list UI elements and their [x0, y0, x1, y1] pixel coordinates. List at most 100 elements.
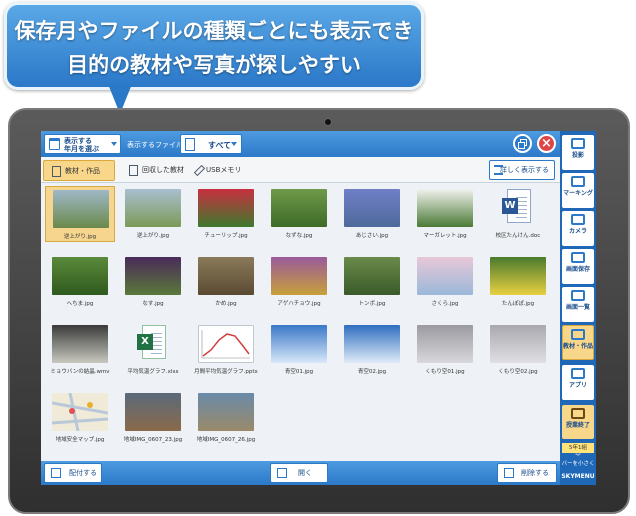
file-item[interactable]: くもり空02.jpg	[483, 322, 553, 378]
photo-thumbnail	[344, 189, 400, 227]
side-menu-item[interactable]: 教材・作品	[562, 325, 594, 360]
side-menu-item[interactable]: 授業終了	[562, 405, 594, 439]
file-item[interactable]: なす.jpg	[118, 254, 188, 310]
file-item[interactable]: さくら.jpg	[410, 254, 480, 310]
excel-document-icon: X	[137, 325, 166, 359]
file-name: チューリップ.jpg	[204, 233, 248, 239]
file-item[interactable]: たんぽぽ.jpg	[483, 254, 553, 310]
list-icon	[494, 165, 503, 175]
year-month-select-button[interactable]: 表示する 年月を選ぶ	[44, 134, 121, 154]
file-item[interactable]: X 平均気温グラフ.xlsx	[118, 322, 188, 378]
side-menu-item[interactable]: 投影	[562, 135, 594, 170]
file-item[interactable]: 青空01.jpg	[264, 322, 334, 378]
file-item[interactable]: なずな.jpg	[264, 186, 334, 242]
file-name: 青空01.jpg	[284, 369, 314, 375]
file-item[interactable]: 地域安全マップ.jpg	[45, 390, 115, 446]
side-menu-label: 教材・作品	[563, 343, 594, 350]
file-item[interactable]: 月間平均気温グラフ.pptx	[191, 322, 261, 378]
file-item[interactable]: マーガレット.jpg	[410, 186, 480, 242]
file-item[interactable]: チューリップ.jpg	[191, 186, 261, 242]
file-name: 逆上がり.jpg	[63, 234, 97, 240]
year-button-line1: 表示する	[64, 137, 92, 145]
file-name: 平均気温グラフ.xlsx	[127, 369, 179, 375]
tabs-row: 教材・作品 回収した教材 USBメモリ 詳しく表示する	[41, 157, 560, 183]
side-menu-item[interactable]: アプリ	[562, 365, 594, 400]
photo-thumbnail	[417, 325, 473, 363]
file-item[interactable]: 地域IMG_0607_23.jpg	[118, 390, 188, 446]
grid-icon	[571, 290, 585, 301]
side-menu-label: 画面保存	[565, 266, 590, 273]
restore-window-button[interactable]	[513, 134, 532, 153]
class-end-icon	[571, 408, 585, 419]
photo-thumbnail	[125, 189, 181, 227]
file-item[interactable]: かめ.jpg	[191, 254, 261, 310]
open-button[interactable]: 開く	[270, 463, 328, 483]
file-name: アゲハチョウ.jpg	[277, 301, 321, 307]
file-name: さくら.jpg	[431, 301, 459, 307]
photo-thumbnail	[490, 257, 546, 295]
photo-thumbnail	[344, 325, 400, 363]
marker-icon	[571, 176, 585, 187]
file-item[interactable]: 逆上がり.jpg	[118, 186, 188, 242]
photo-thumbnail	[417, 257, 473, 295]
photo-thumbnail	[198, 393, 254, 431]
word-document-icon: W	[502, 189, 531, 223]
photo-thumbnail	[53, 190, 109, 228]
file-item[interactable]: 逆上がり.jpg	[45, 186, 115, 242]
close-icon: ×	[541, 136, 552, 151]
photo-thumbnail	[198, 257, 254, 295]
tab-collected[interactable]: 回収した教材	[121, 160, 184, 181]
file-item[interactable]: へちま.jpg	[45, 254, 115, 310]
file-item[interactable]: アゲハチョウ.jpg	[264, 254, 334, 310]
collect-icon	[129, 164, 138, 176]
file-type-value: すべて	[208, 141, 232, 150]
side-menu-item[interactable]: マーキング	[562, 173, 594, 208]
file-grid: 逆上がり.jpg 逆上がり.jpg チューリップ.jpg なずな.jpg あじさい.jp…	[45, 186, 557, 458]
close-button[interactable]: ×	[537, 134, 556, 153]
delete-label: 削除する	[521, 469, 549, 477]
photo-thumbnail	[198, 189, 254, 227]
file-item[interactable]: ミョウバンの結晶.wmv	[45, 322, 115, 378]
book-icon	[52, 165, 61, 177]
file-item[interactable]: トンボ.jpg	[337, 254, 407, 310]
calendar-icon	[49, 138, 60, 150]
side-menu-item[interactable]: 画面保存	[562, 249, 594, 284]
file-name: 地域IMG_0607_23.jpg	[123, 437, 183, 443]
chart-thumbnail	[198, 325, 254, 363]
brand-logo: SKYMENU	[561, 473, 595, 480]
photo-thumbnail	[344, 257, 400, 295]
file-type-select[interactable]: すべて	[180, 134, 242, 154]
callout-bubble: 保存月やファイルの種類ごとにも表示でき 目的の教材や写真が探しやすい	[4, 2, 424, 90]
file-name: 校区たんけん.doc	[495, 233, 541, 239]
distribute-button[interactable]: 配付する	[44, 463, 102, 483]
camera-icon	[571, 214, 585, 225]
file-item[interactable]: あじさい.jpg	[337, 186, 407, 242]
file-name: なずな.jpg	[285, 233, 313, 239]
side-menu-item[interactable]: カメラ	[562, 211, 594, 246]
map-thumbnail	[51, 392, 109, 432]
folder-icon	[571, 329, 585, 340]
distribute-label: 配付する	[69, 469, 97, 477]
file-name: 地域IMG_0607_26.jpg	[196, 437, 256, 443]
file-name: マーガレット.jpg	[423, 233, 467, 239]
photo-thumbnail	[271, 325, 327, 363]
side-menu-item[interactable]: 画面一覧	[562, 287, 594, 322]
tab-label: USBメモリ	[206, 166, 242, 174]
file-item[interactable]: 地域IMG_0607_26.jpg	[191, 390, 261, 446]
shrink-bar-button[interactable]: ︾ バーを小さく	[560, 454, 596, 468]
detail-view-button[interactable]: 詳しく表示する	[489, 160, 555, 180]
file-name: なす.jpg	[142, 301, 164, 307]
projector-icon	[571, 138, 585, 149]
app-icon	[571, 368, 585, 379]
trash-icon	[504, 468, 514, 478]
file-item[interactable]: くもり空01.jpg	[410, 322, 480, 378]
tab-materials[interactable]: 教材・作品	[43, 160, 115, 181]
tab-label: 回収した教材	[142, 166, 184, 174]
file-item[interactable]: W 校区たんけん.doc	[483, 186, 553, 242]
file-item[interactable]: 青空02.jpg	[337, 322, 407, 378]
side-menu-label: 投影	[571, 152, 584, 159]
detail-view-label: 詳しく表示する	[500, 166, 549, 174]
tab-usb[interactable]: USBメモリ	[189, 160, 241, 181]
photo-thumbnail	[125, 393, 181, 431]
delete-button[interactable]: 削除する	[497, 463, 557, 483]
